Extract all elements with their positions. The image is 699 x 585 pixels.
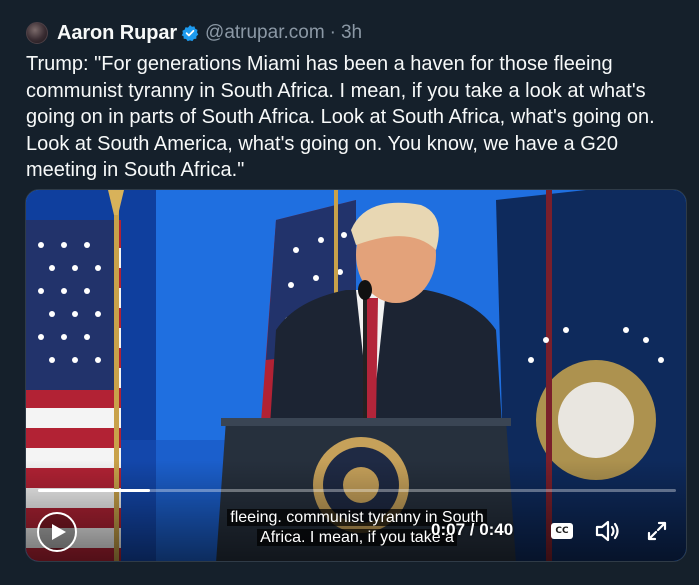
fullscreen-icon[interactable] [646, 520, 668, 542]
tweet-header: Aaron Rupar @atrupar.com · 3h [26, 21, 362, 45]
author-handle[interactable]: @atrupar.com [205, 22, 325, 44]
post-time[interactable]: 3h [341, 22, 362, 44]
closed-captions-button[interactable]: CC [551, 523, 573, 539]
video-player[interactable]: fleeing. communist tyranny in South Afri… [25, 189, 687, 562]
author-name[interactable]: Aaron Rupar [57, 22, 177, 45]
video-frame [26, 190, 686, 561]
volume-icon[interactable] [594, 519, 622, 543]
video-progress-fill [38, 489, 150, 492]
verified-badge-icon [181, 25, 199, 42]
play-button[interactable] [37, 512, 77, 552]
tweet-card: Aaron Rupar @atrupar.com · 3h Trump: "Fo… [0, 0, 699, 585]
play-icon [52, 524, 66, 540]
caption-line-2: Africa. I mean, if you take a [257, 529, 457, 546]
video-progress-bar[interactable] [38, 489, 676, 492]
author-avatar[interactable] [26, 22, 48, 44]
tweet-text: Trump: "For generations Miami has been a… [26, 53, 655, 181]
header-separator: · [329, 22, 336, 43]
video-timecode: 0:07 / 0:40 [431, 520, 514, 539]
